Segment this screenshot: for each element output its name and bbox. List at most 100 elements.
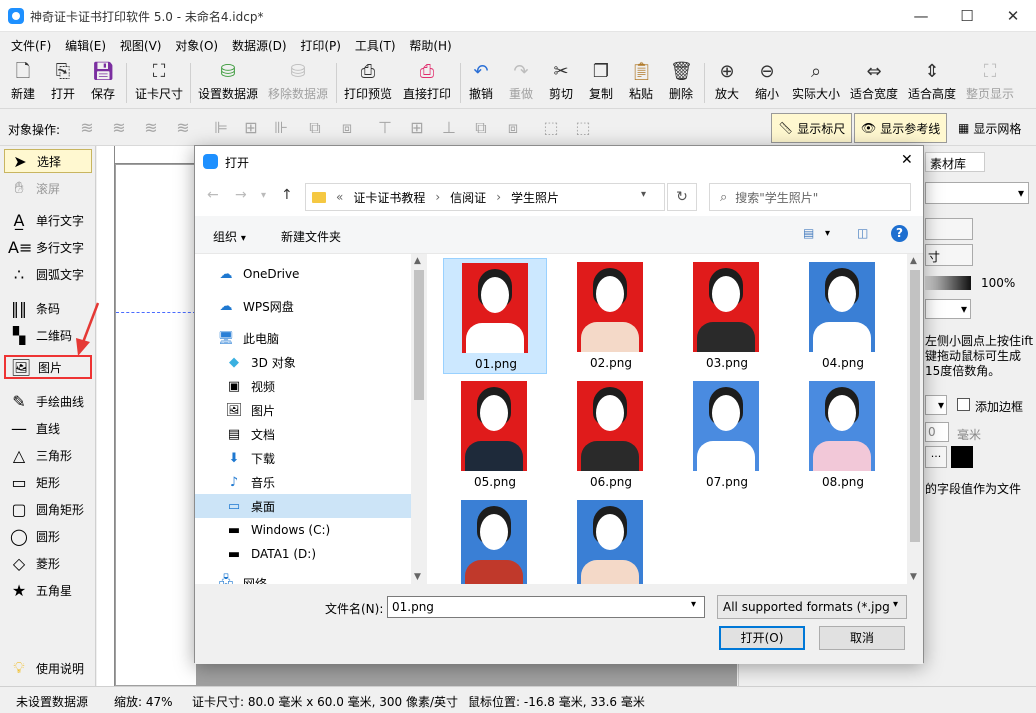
property-select[interactable]: ▾	[925, 299, 971, 319]
menu-object[interactable]: 对象(O)	[170, 32, 223, 54]
tool-round-rect[interactable]: ▢ 圆角矩形	[4, 497, 92, 521]
border-style-select[interactable]: ▾	[925, 395, 947, 415]
nav-item-video[interactable]: ▣ 视频	[195, 374, 411, 398]
close-button[interactable]: ✕	[990, 0, 1036, 32]
tool-ellipse[interactable]: ◯ 圆形	[4, 524, 92, 548]
filename-input[interactable]: 01.png	[387, 596, 705, 618]
breadcrumb-item[interactable]: 学生照片	[511, 189, 559, 206]
redo-button[interactable]: ↷ 重做	[507, 61, 535, 102]
distribute-v-icon[interactable]: ⧈	[336, 118, 358, 138]
file-item[interactable]: 02.png	[559, 258, 663, 374]
address-bar[interactable]: « 证卡证书教程 › 信阅证 › 学生照片	[305, 183, 665, 211]
fit-height-button[interactable]: ⇕ 适合高度	[907, 61, 957, 102]
file-item[interactable]: 09.png	[443, 496, 547, 584]
file-item[interactable]: 07.png	[675, 377, 779, 493]
tool-rect[interactable]: ▭ 矩形	[4, 470, 92, 494]
add-border-checkbox[interactable]	[957, 398, 970, 411]
new-folder-button[interactable]: 新建文件夹	[281, 228, 341, 245]
tool-barcode[interactable]: ‖‖ 条码	[4, 296, 92, 320]
nav-item-drive-d[interactable]: ▬ DATA1 (D:)	[195, 542, 411, 566]
help-button[interactable]: 💡︎ 使用说明	[4, 656, 92, 680]
nav-item-downloads[interactable]: ⬇ 下载	[195, 446, 411, 470]
nav-item-desktop[interactable]: ▭ 桌面	[195, 494, 411, 518]
forward-arrow-icon[interactable]: →	[235, 187, 247, 203]
menu-view[interactable]: 视图(V)	[115, 32, 167, 54]
address-dropdown-icon[interactable]: ▾	[641, 189, 646, 200]
nav-item-pictures[interactable]: 🖼︎ 图片	[195, 398, 411, 422]
breadcrumb-item[interactable]: 证卡证书教程	[353, 189, 425, 206]
nav-item-wps[interactable]: ☁ WPS网盘	[195, 294, 411, 318]
tool-star[interactable]: ★ 五角星	[4, 578, 92, 602]
tool-line[interactable]: — 直线	[4, 416, 92, 440]
layer-up-icon[interactable]: ≋	[76, 118, 98, 138]
border-color-button[interactable]: ...	[925, 446, 947, 468]
nav-item-documents[interactable]: ▤ 文档	[195, 422, 411, 446]
fit-width-button[interactable]: ⇔ 适合宽度	[849, 61, 899, 102]
copy-button[interactable]: ❐ 复制	[587, 61, 615, 102]
scroll-down-icon[interactable]: ▼	[414, 572, 421, 582]
file-scrollbar[interactable]: ▲ ▼	[907, 254, 923, 584]
chevron-down-icon[interactable]: ▾	[893, 599, 898, 610]
tool-scroll[interactable]: ✋︎ 滚屏	[4, 176, 92, 200]
tool-image[interactable]: 🖼︎ 图片	[4, 355, 92, 379]
scroll-down-icon[interactable]: ▼	[910, 572, 917, 582]
maximize-button[interactable]: ☐	[944, 0, 990, 32]
recent-chevron-icon[interactable]: ▾	[261, 190, 266, 201]
show-guides-toggle[interactable]: 👁︎ 显示参考线	[854, 113, 948, 143]
same-width-icon[interactable]: ⧉	[470, 118, 492, 138]
cut-button[interactable]: ✂ 剪切	[547, 61, 575, 102]
cancel-button[interactable]: 取消	[819, 626, 905, 650]
menu-help[interactable]: 帮助(H)	[404, 32, 456, 54]
show-ruler-toggle[interactable]: 📏︎ 显示标尺	[771, 113, 853, 143]
property-button-2[interactable]: 寸	[925, 244, 973, 266]
file-item[interactable]: 03.png	[675, 258, 779, 374]
property-button-1[interactable]	[925, 218, 973, 240]
layer-bottom-icon[interactable]: ≋	[172, 118, 194, 138]
remove-datasource-button[interactable]: ⛁ 移除数据源	[267, 61, 329, 102]
nav-item-onedrive[interactable]: ☁ OneDrive	[195, 262, 411, 286]
tool-diamond[interactable]: ◇ 菱形	[4, 551, 92, 575]
save-button[interactable]: 💾︎ 保存	[88, 61, 118, 102]
undo-button[interactable]: ↶ 撤销	[467, 61, 495, 102]
menu-file[interactable]: 文件(F)	[6, 32, 56, 54]
same-height-icon[interactable]: ⧈	[502, 118, 524, 138]
nav-item-network[interactable]: 🖧︎ 网络	[195, 571, 411, 584]
tool-freehand[interactable]: ✎ 手绘曲线	[4, 389, 92, 413]
layer-top-icon[interactable]: ≋	[140, 118, 162, 138]
open-button[interactable]: 打开(O)	[719, 626, 805, 650]
opacity-slider[interactable]	[925, 276, 971, 290]
full-page-button[interactable]: ⛶ 整页显示	[965, 61, 1015, 102]
help-icon[interactable]: ?	[891, 225, 908, 242]
file-item[interactable]: 01.png	[443, 258, 547, 374]
border-color-swatch[interactable]	[951, 446, 973, 468]
border-width-spinner[interactable]: 0	[925, 422, 949, 442]
search-box[interactable]: ⌕ 搜索"学生照片"	[709, 183, 911, 211]
nav-item-3d[interactable]: ◆ 3D 对象	[195, 350, 411, 374]
minimize-button[interactable]: —	[898, 0, 944, 32]
align-center-icon[interactable]: ⊞	[240, 118, 262, 138]
zoom-out-button[interactable]: ⊖ 缩小	[753, 61, 781, 102]
distribute-h-icon[interactable]: ⧉	[304, 118, 326, 138]
file-item[interactable]: 04.png	[791, 258, 895, 374]
paste-button[interactable]: 📋︎ 粘贴	[627, 61, 655, 102]
property-dropdown[interactable]: ▾	[925, 182, 1029, 204]
delete-button[interactable]: 🗑︎ 删除	[667, 61, 695, 102]
show-grid-toggle[interactable]: ▦ 显示网格	[952, 113, 1027, 143]
organize-button[interactable]: 组织 ▾	[213, 228, 246, 245]
menu-print[interactable]: 打印(P)	[295, 32, 346, 54]
file-item[interactable]: 08.png	[791, 377, 895, 493]
up-arrow-icon[interactable]: ↑	[281, 187, 293, 203]
nav-item-music[interactable]: ♪ 音乐	[195, 470, 411, 494]
tool-select[interactable]: ➤ 选择	[4, 149, 92, 173]
scrollbar-thumb[interactable]	[414, 270, 424, 400]
layer-down-icon[interactable]: ≋	[108, 118, 130, 138]
menu-edit[interactable]: 编辑(E)	[60, 32, 111, 54]
dialog-close-button[interactable]: ✕	[901, 152, 913, 168]
tool-triangle[interactable]: △ 三角形	[4, 443, 92, 467]
align-left-icon[interactable]: ⊫	[210, 118, 232, 138]
back-arrow-icon[interactable]: ←	[207, 187, 219, 203]
card-page[interactable]	[116, 165, 196, 685]
direct-print-button[interactable]: ⎙ 直接打印	[402, 61, 452, 102]
set-datasource-button[interactable]: ⛁ 设置数据源	[197, 61, 259, 102]
scrollbar-thumb[interactable]	[910, 270, 920, 542]
